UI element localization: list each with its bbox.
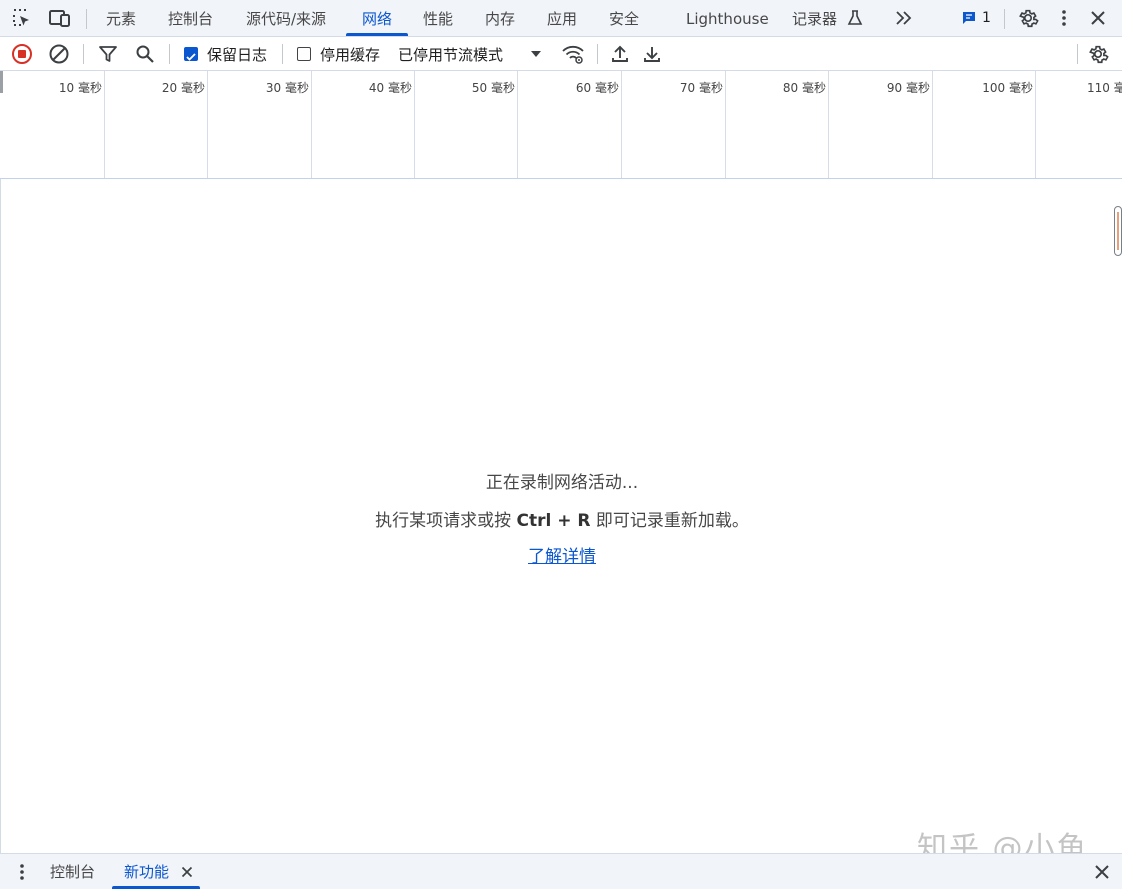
devtools-tab-bar: 元素 控制台 源代码/来源 网络 性能 内存 应用 安全 Lighthouse … <box>0 0 1122 37</box>
issues-count: 1 <box>982 10 991 26</box>
tab-security[interactable]: 安全 <box>605 0 643 36</box>
more-tabs-icon[interactable] <box>890 0 918 36</box>
tick-line <box>517 71 518 178</box>
reload-hint-prefix: 执行某项请求或按 <box>375 511 512 531</box>
filter-icon[interactable] <box>95 37 121 71</box>
tab-sources[interactable]: 源代码/来源 <box>242 0 330 36</box>
toolbar-divider <box>282 44 283 64</box>
toolbar-divider <box>597 44 598 64</box>
throttling-select[interactable]: 已停用节流模式 <box>398 37 503 71</box>
tick-line <box>414 71 415 178</box>
tick-label: 80 毫秒 <box>782 81 826 95</box>
tick-label: 70 毫秒 <box>679 81 723 95</box>
network-settings-gear-icon[interactable] <box>1084 37 1112 71</box>
tab-recorder[interactable]: 记录器 <box>788 0 841 36</box>
network-conditions-icon[interactable] <box>559 37 587 71</box>
recording-status-text: 正在录制网络活动... <box>485 473 639 493</box>
tab-performance[interactable]: 性能 <box>419 0 457 36</box>
disable-cache-checkbox[interactable] <box>296 37 312 71</box>
disable-cache-label[interactable]: 停用缓存 <box>320 37 380 71</box>
tab-bar-divider <box>86 9 87 29</box>
tick-line <box>1035 71 1036 178</box>
kebab-menu-icon[interactable] <box>1052 0 1076 36</box>
learn-more-link[interactable]: 了解详情 <box>528 547 596 567</box>
flask-icon <box>845 0 865 36</box>
inspect-element-icon[interactable] <box>8 0 36 36</box>
clear-icon[interactable] <box>46 37 72 71</box>
tick-line <box>725 71 726 178</box>
tick-label: 10 毫秒 <box>58 81 102 95</box>
tick-label: 50 毫秒 <box>471 81 515 95</box>
close-tab-icon[interactable] <box>178 854 196 889</box>
preserve-log-label[interactable]: 保留日志 <box>207 37 267 71</box>
record-stop-icon[interactable] <box>9 37 35 71</box>
network-overview-timeline[interactable]: 10 毫秒 20 毫秒 30 毫秒 40 毫秒 50 毫秒 60 毫秒 70 毫… <box>0 71 1122 179</box>
tick-label: 110 毫秒 <box>1087 81 1122 95</box>
close-drawer-icon[interactable] <box>1090 854 1114 889</box>
download-icon[interactable] <box>639 37 665 71</box>
tick-label: 40 毫秒 <box>368 81 412 95</box>
drawer-tab-whats-new[interactable]: 新功能 <box>124 854 169 889</box>
reload-hint-suffix: 即可记录重新加载。 <box>595 511 749 531</box>
checkbox-checked-icon <box>184 47 198 61</box>
tick-label: 30 毫秒 <box>265 81 309 95</box>
tick-line <box>621 71 622 178</box>
tab-memory[interactable]: 内存 <box>481 0 519 36</box>
device-toolbar-icon[interactable] <box>46 0 74 36</box>
issues-counter[interactable]: 1 <box>958 0 994 36</box>
tick-line <box>207 71 208 178</box>
close-icon[interactable] <box>1084 0 1112 36</box>
gear-icon[interactable] <box>1014 0 1042 36</box>
tick-line <box>932 71 933 178</box>
toolbar-divider <box>1077 44 1078 64</box>
tab-lighthouse[interactable]: Lighthouse <box>682 0 773 36</box>
network-toolbar: 保留日志 停用缓存 已停用节流模式 <box>0 37 1122 71</box>
overview-window-handle[interactable] <box>0 71 3 93</box>
drawer-tab-console[interactable]: 控制台 <box>50 854 95 889</box>
tick-line <box>104 71 105 178</box>
toolbar-divider <box>169 44 170 64</box>
tab-application[interactable]: 应用 <box>543 0 581 36</box>
drawer-menu-icon[interactable] <box>12 854 32 889</box>
tick-line <box>828 71 829 178</box>
chat-bubble-icon <box>961 10 977 26</box>
tab-console[interactable]: 控制台 <box>164 0 217 36</box>
tab-elements[interactable]: 元素 <box>102 0 140 36</box>
network-request-panel: 正在录制网络活动... 执行某项请求或按 Ctrl + R 即可记录重新加载。 … <box>0 179 1122 866</box>
vertical-scrollbar[interactable] <box>1114 206 1122 256</box>
tick-label: 100 毫秒 <box>982 81 1033 95</box>
tick-label: 20 毫秒 <box>161 81 205 95</box>
tick-line <box>311 71 312 178</box>
toolbar-divider <box>83 44 84 64</box>
checkbox-unchecked-icon <box>297 47 311 61</box>
reload-shortcut: Ctrl + R <box>516 511 591 531</box>
bottom-drawer-tab-bar: 控制台 新功能 <box>0 853 1122 889</box>
reload-hint: 执行某项请求或按 Ctrl + R 即可记录重新加载。 <box>1 506 1122 531</box>
preserve-log-checkbox[interactable] <box>183 37 199 71</box>
upload-icon[interactable] <box>607 37 633 71</box>
search-icon[interactable] <box>132 37 158 71</box>
tab-bar-divider <box>1004 9 1005 29</box>
tab-network[interactable]: 网络 <box>346 0 408 36</box>
tick-label: 60 毫秒 <box>575 81 619 95</box>
chevron-down-icon[interactable] <box>526 37 546 71</box>
tick-label: 90 毫秒 <box>886 81 930 95</box>
